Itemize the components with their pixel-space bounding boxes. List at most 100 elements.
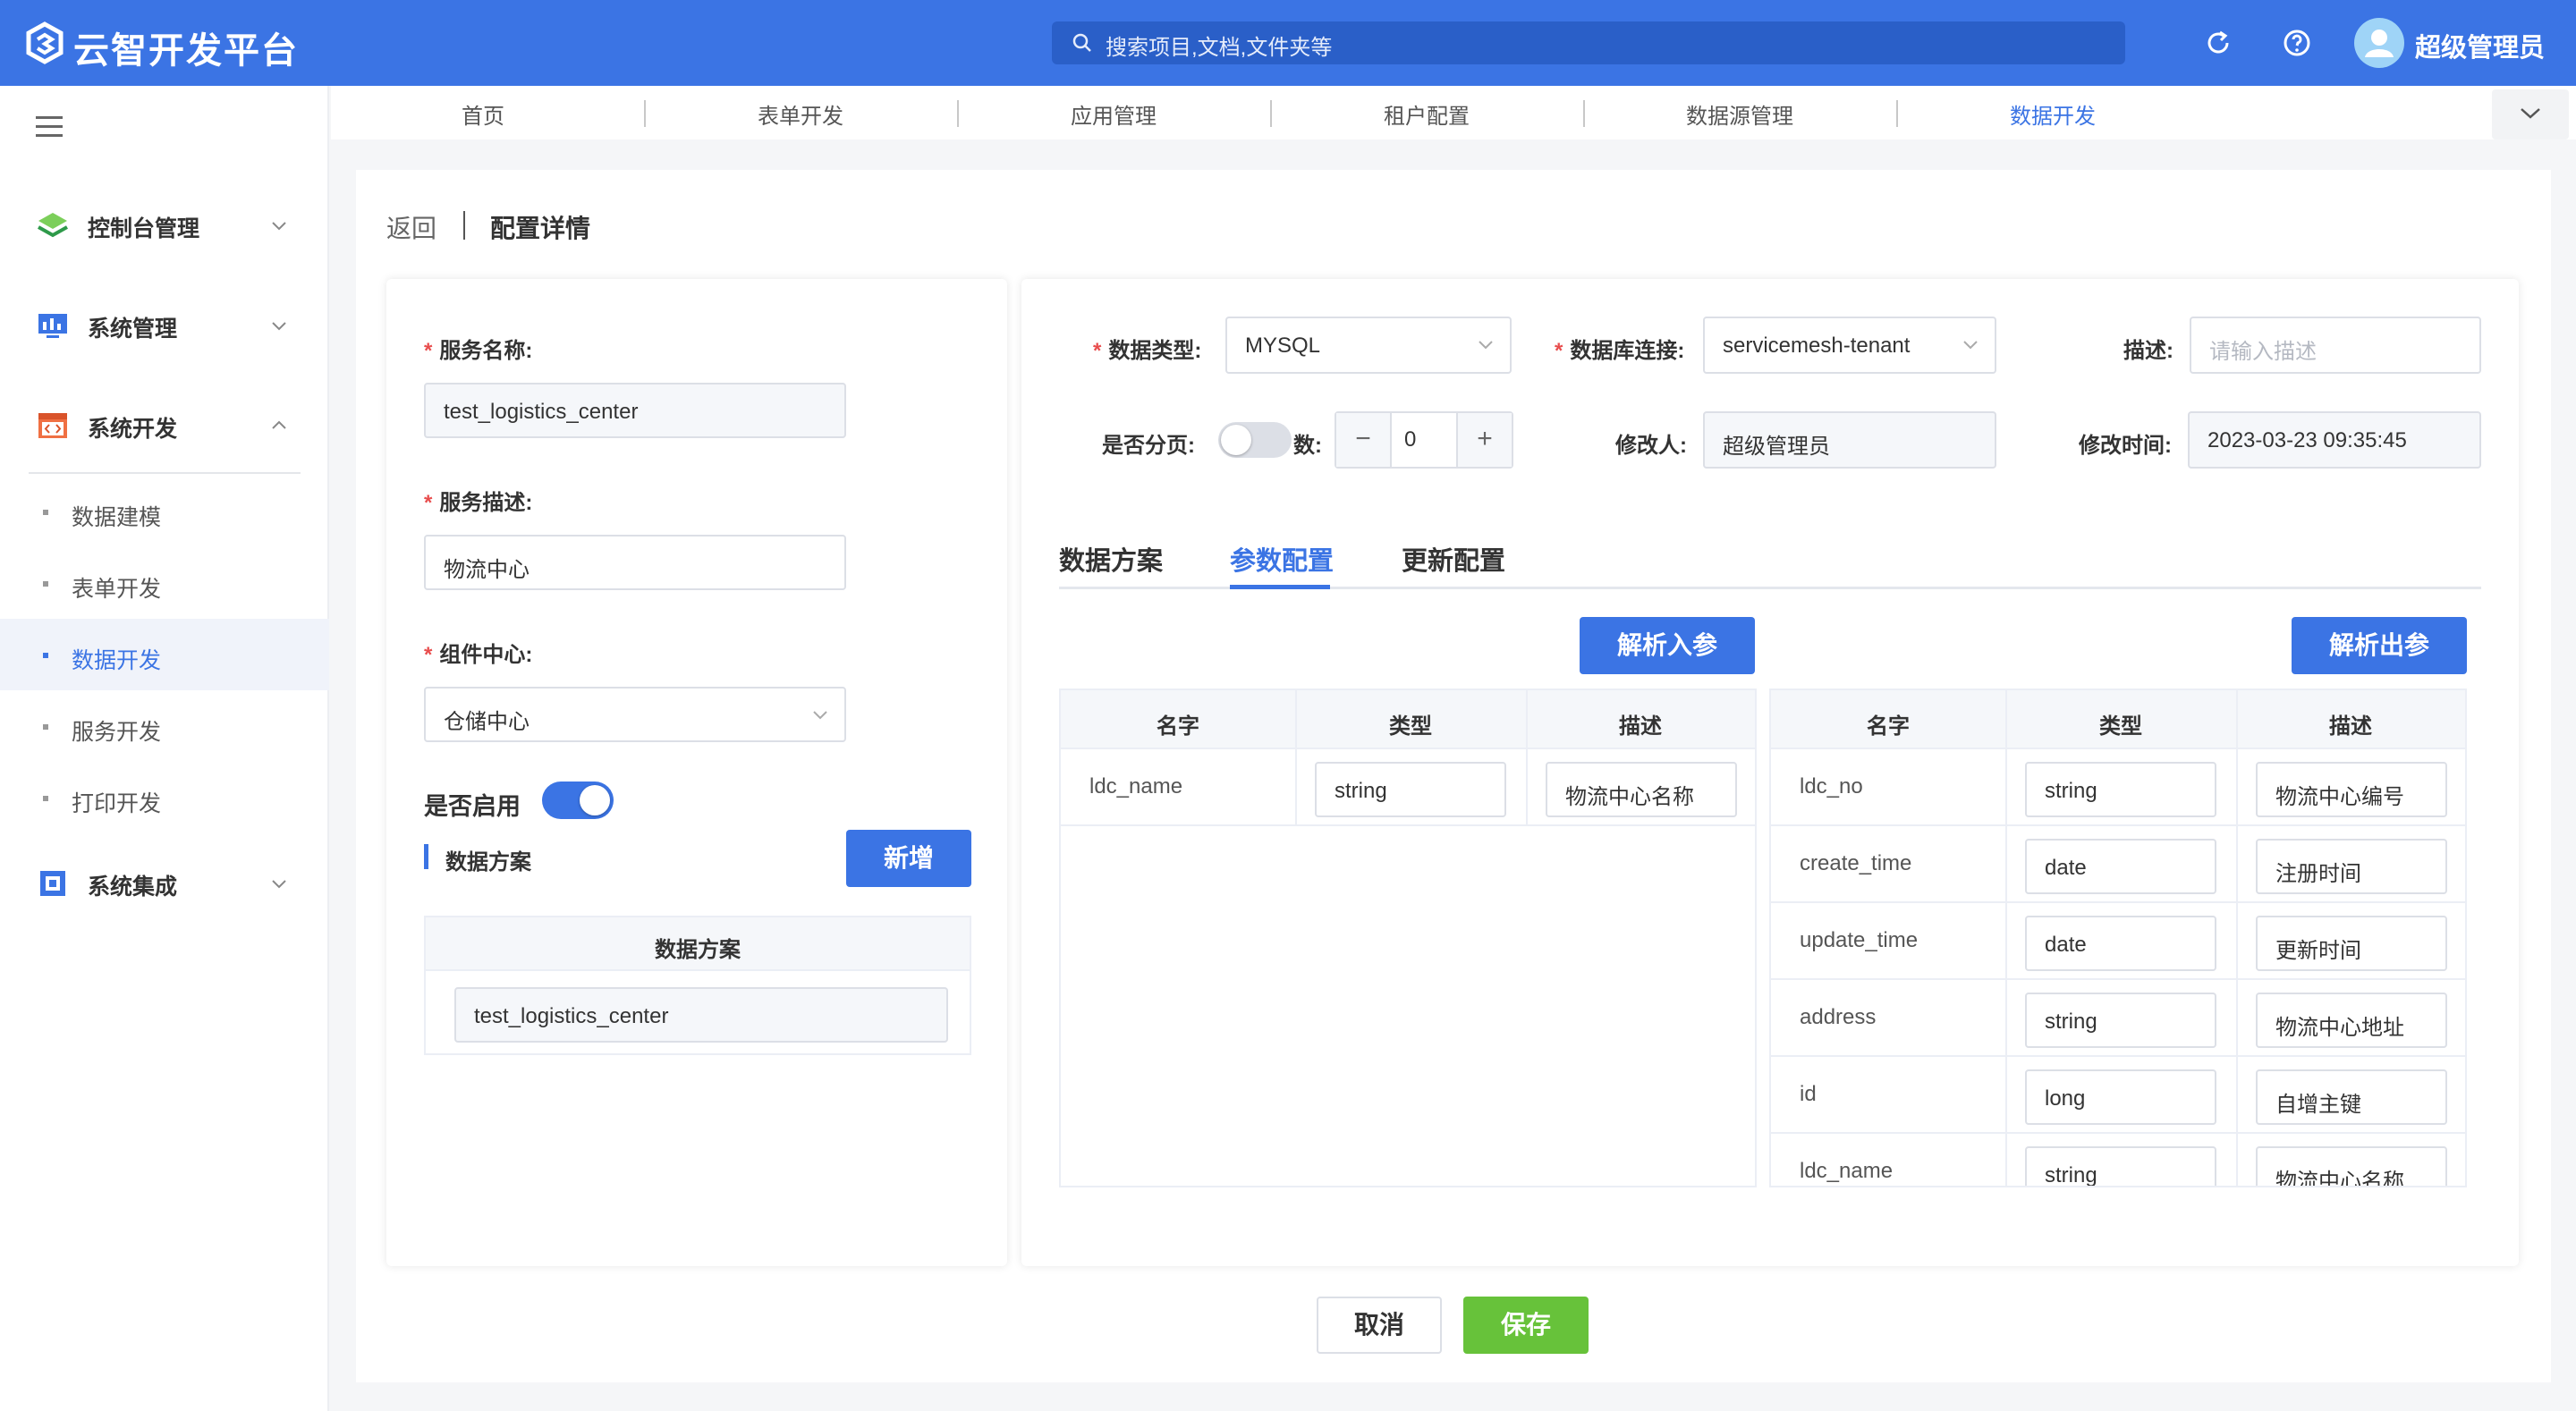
sidebar-item-service-dev[interactable]: 服务开发 <box>0 690 329 762</box>
param-type-field[interactable]: string <box>1315 762 1506 817</box>
modified-time-label: 修改时间: <box>2079 434 2172 458</box>
param-name: ldc_name <box>1089 774 1183 798</box>
help-icon[interactable] <box>2283 29 2311 57</box>
active-tab-indicator <box>1230 585 1330 589</box>
sidebar-item-data-modeling[interactable]: 数据建模 <box>0 476 329 547</box>
enabled-label: 是否启用 <box>424 793 521 820</box>
sidebar-group-dev[interactable]: 系统开发 <box>0 399 329 452</box>
sidebar-item-label: 数据开发 <box>72 648 162 673</box>
param-desc-field[interactable]: 物流中心编号 <box>2256 762 2447 817</box>
search-input[interactable]: 搜索项目,文档,文件夹等 <box>1052 21 2125 64</box>
select-value: servicemesh-tenant <box>1723 334 1911 358</box>
cancel-button[interactable]: 取消 <box>1317 1297 1442 1354</box>
paging-toggle[interactable] <box>1218 422 1292 458</box>
data-type-select[interactable]: MYSQL <box>1225 317 1512 374</box>
sidebar: 控制台管理 系统管理 系统开发 数据建模 表单开发 数据开发 服务开发 打印开发… <box>0 86 329 1411</box>
param-desc-field[interactable]: 自增主键 <box>2256 1069 2447 1125</box>
bullet <box>43 510 48 515</box>
user-name[interactable]: 超级管理员 <box>2415 27 2545 64</box>
sidebar-item-data-dev[interactable]: 数据开发 <box>0 619 329 690</box>
table-header: 名字 类型 描述 <box>1061 690 1755 749</box>
chevron-down-icon <box>272 880 286 889</box>
parse-input-button[interactable]: 解析入参 <box>1580 617 1755 674</box>
tab-data-dev[interactable]: 数据开发 <box>1896 98 2209 130</box>
tab-form-dev[interactable]: 表单开发 <box>644 98 957 130</box>
param-desc-field[interactable]: 物流中心名称 <box>1546 762 1737 817</box>
tab-tenant-config[interactable]: 租户配置 <box>1270 98 1583 130</box>
table-header: 名字 类型 描述 <box>1771 690 2465 749</box>
increment-button[interactable]: + <box>1456 413 1512 467</box>
scheme-table: 数据方案 test_logistics_center <box>424 916 971 1055</box>
count-label: 数: <box>1293 434 1322 458</box>
param-desc-field[interactable]: 注册时间 <box>2256 839 2447 894</box>
service-name-field[interactable]: test_logistics_center <box>424 383 846 438</box>
count-value[interactable]: 0 <box>1404 427 1416 452</box>
desc-field[interactable]: 请输入描述 <box>2190 317 2481 374</box>
tab-data-scheme[interactable]: 数据方案 <box>1059 540 1163 578</box>
search-icon <box>1072 33 1091 52</box>
tab-update-config[interactable]: 更新配置 <box>1402 540 1505 578</box>
param-type-field[interactable]: date <box>2025 916 2216 971</box>
nav-tabs: 首页 表单开发 应用管理 租户配置 数据源管理 数据开发 <box>331 86 2576 139</box>
chevron-down-icon <box>1963 341 1978 350</box>
desc-label: 描述: <box>2123 339 2174 363</box>
add-button[interactable]: 新增 <box>846 830 971 887</box>
sidebar-group-integration[interactable]: 系统集成 <box>0 857 329 910</box>
layers-icon <box>38 213 68 238</box>
paging-label: 是否分页: <box>1102 434 1195 458</box>
refresh-icon[interactable] <box>2204 29 2233 57</box>
table-header: 数据方案 <box>426 917 970 971</box>
column-header-name: 名字 <box>1157 714 1199 739</box>
back-link[interactable]: 返回 <box>386 209 436 245</box>
param-type-field[interactable]: long <box>2025 1069 2216 1125</box>
sidebar-group-console[interactable]: 控制台管理 <box>0 199 329 252</box>
logo-icon <box>26 21 64 64</box>
search-placeholder: 搜索项目,文档,文件夹等 <box>1106 36 1333 60</box>
divider <box>29 472 301 474</box>
param-type-field[interactable]: string <box>2025 762 2216 817</box>
menu-toggle-icon[interactable] <box>36 116 63 138</box>
param-desc-field[interactable]: 物流中心地址 <box>2256 993 2447 1048</box>
breadcrumb-separator <box>463 211 465 240</box>
tab-param-config[interactable]: 参数配置 <box>1230 540 1334 578</box>
toggle-knob <box>580 785 610 815</box>
component-center-select[interactable]: 仓储中心 <box>424 687 846 742</box>
param-name: ldc_no <box>1800 774 1863 798</box>
tab-datasource-management[interactable]: 数据源管理 <box>1583 98 1896 130</box>
decrement-button[interactable]: − <box>1336 413 1392 467</box>
tab-more-button[interactable] <box>2492 89 2569 139</box>
page-title: 配置详情 <box>490 215 591 242</box>
save-button[interactable]: 保存 <box>1463 1297 1589 1354</box>
desc-placeholder: 请输入描述 <box>2209 340 2317 364</box>
table-row: id long 自增主键 <box>1771 1057 2465 1134</box>
tab-home[interactable]: 首页 <box>331 98 635 130</box>
sidebar-item-form-dev[interactable]: 表单开发 <box>0 547 329 619</box>
chevron-down-icon <box>813 711 827 720</box>
param-desc-field[interactable]: 更新时间 <box>2256 916 2447 971</box>
chevron-down-icon <box>2521 108 2540 119</box>
parse-output-button[interactable]: 解析出参 <box>2292 617 2467 674</box>
param-name: address <box>1800 1005 1877 1029</box>
service-name-label: * 服务名称: <box>424 339 533 363</box>
table-row: create_time date 注册时间 <box>1771 826 2465 903</box>
tab-app-management[interactable]: 应用管理 <box>957 98 1270 130</box>
param-type-field[interactable]: string <box>2025 993 2216 1048</box>
table-row[interactable]: test_logistics_center <box>454 987 948 1043</box>
sidebar-item-label: 服务开发 <box>72 720 162 745</box>
sidebar-group-label: 系统集成 <box>88 874 178 900</box>
enabled-toggle[interactable] <box>542 782 614 819</box>
input-params-table: 名字 类型 描述 ldc_name string 物流中心名称 <box>1059 689 1757 1187</box>
bullet <box>43 796 48 801</box>
param-type-field[interactable]: date <box>2025 839 2216 894</box>
sidebar-group-system[interactable]: 系统管理 <box>0 299 329 352</box>
service-desc-field[interactable]: 物流中心 <box>424 535 846 590</box>
sidebar-item-print-dev[interactable]: 打印开发 <box>0 762 329 833</box>
column-header-type: 类型 <box>2099 714 2142 739</box>
param-desc-field[interactable]: 物流中心名称 <box>2256 1146 2447 1186</box>
monitor-icon <box>38 314 67 338</box>
param-type-field[interactable]: string <box>2025 1146 2216 1186</box>
table-row: ldc_no string 物流中心编号 <box>1771 749 2465 826</box>
bullet <box>43 653 48 658</box>
db-connection-select[interactable]: servicemesh-tenant <box>1703 317 1996 374</box>
avatar[interactable] <box>2354 18 2404 68</box>
